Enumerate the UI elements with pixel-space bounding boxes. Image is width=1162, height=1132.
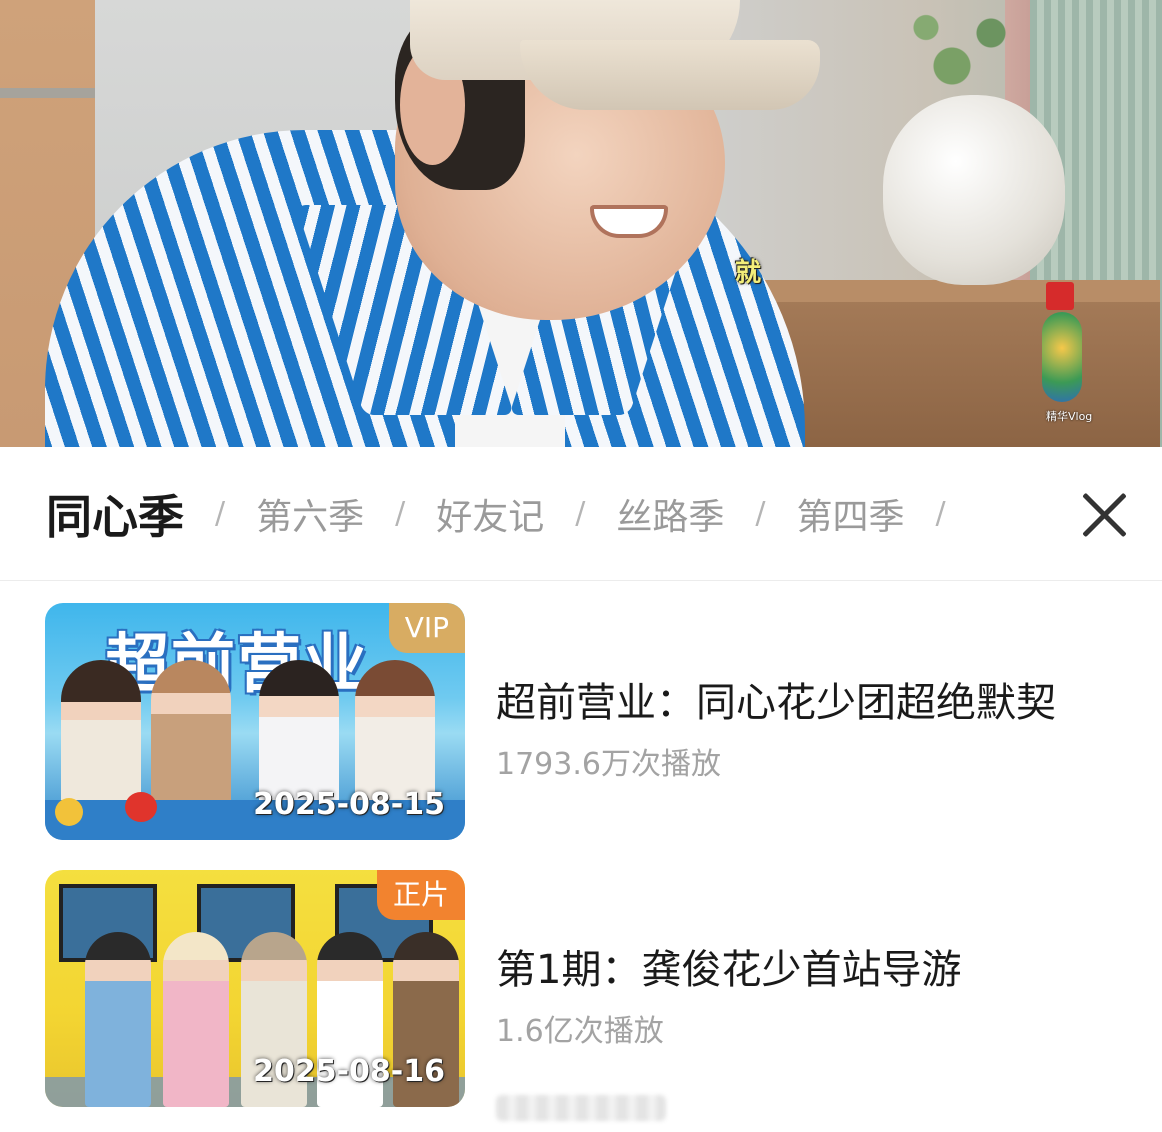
background-vase bbox=[883, 95, 1065, 285]
tab-separator: / bbox=[935, 496, 946, 531]
channel-logo-icon bbox=[1046, 282, 1074, 310]
thumbnail-person bbox=[151, 660, 231, 810]
tab-season-friends[interactable]: 好友记 bbox=[436, 488, 544, 540]
tab-season-6[interactable]: 第六季 bbox=[256, 488, 364, 540]
tab-separator: / bbox=[755, 496, 766, 531]
episode-date: 2025-08-15 bbox=[253, 787, 445, 822]
video-player[interactable]: 就 精华Vlog bbox=[0, 0, 1162, 447]
episode-thumbnail[interactable]: 超前营业 VIP 2025-08-15 bbox=[45, 603, 465, 840]
tomato-icon bbox=[125, 792, 157, 822]
tab-separator: / bbox=[215, 496, 226, 531]
tab-season-4[interactable]: 第四季 bbox=[796, 488, 904, 540]
show-logo-watermark: 精华Vlog bbox=[1042, 282, 1092, 432]
thumbnail-person bbox=[61, 660, 141, 810]
thumbnail-person bbox=[163, 932, 229, 1107]
season-tabs: 同心季 / 第六季 / 好友记 / 丝路季 / 第四季 / bbox=[46, 447, 977, 580]
close-icon[interactable] bbox=[1078, 488, 1132, 542]
episode-item[interactable]: 正片 2025-08-16 第1期：龚俊花少首站导游 1.6亿次播放 bbox=[0, 870, 1162, 1108]
vip-badge: VIP bbox=[388, 603, 465, 653]
episode-play-count: 1793.6万次播放 bbox=[496, 747, 721, 782]
episode-item[interactable]: 超前营业 VIP 2025-08-15 超前营业：同心花少团超绝默契 1793.… bbox=[0, 603, 1162, 841]
video-subtitle: 就 bbox=[735, 258, 762, 288]
episode-play-count: 1.6亿次播放 bbox=[496, 1014, 664, 1049]
tab-separator: / bbox=[395, 496, 406, 531]
full-episode-badge: 正片 bbox=[376, 870, 465, 920]
background-door-trim bbox=[0, 88, 95, 98]
background-plant bbox=[900, 0, 1030, 110]
blurred-placeholder bbox=[496, 1095, 666, 1121]
tab-season-silkroad[interactable]: 丝路季 bbox=[616, 488, 724, 540]
thumbnail-title-art: 超前营业 bbox=[105, 628, 369, 702]
watermark-text: 精华Vlog bbox=[1046, 410, 1093, 423]
show-emblem-icon bbox=[1042, 312, 1082, 402]
episode-thumbnail[interactable]: 正片 2025-08-16 bbox=[45, 870, 465, 1107]
season-tab-bar: 同心季 / 第六季 / 好友记 / 丝路季 / 第四季 / bbox=[0, 447, 1162, 581]
episode-title[interactable]: 第1期：龚俊花少首站导游 bbox=[496, 937, 961, 995]
tab-separator: / bbox=[575, 496, 586, 531]
episode-date: 2025-08-16 bbox=[253, 1054, 445, 1089]
person-cap-brim bbox=[520, 40, 820, 110]
tab-season-tongxin[interactable]: 同心季 bbox=[46, 481, 184, 547]
episode-title[interactable]: 超前营业：同心花少团超绝默契 bbox=[496, 670, 1056, 728]
lemon-icon bbox=[55, 798, 83, 826]
thumbnail-person bbox=[85, 932, 151, 1107]
